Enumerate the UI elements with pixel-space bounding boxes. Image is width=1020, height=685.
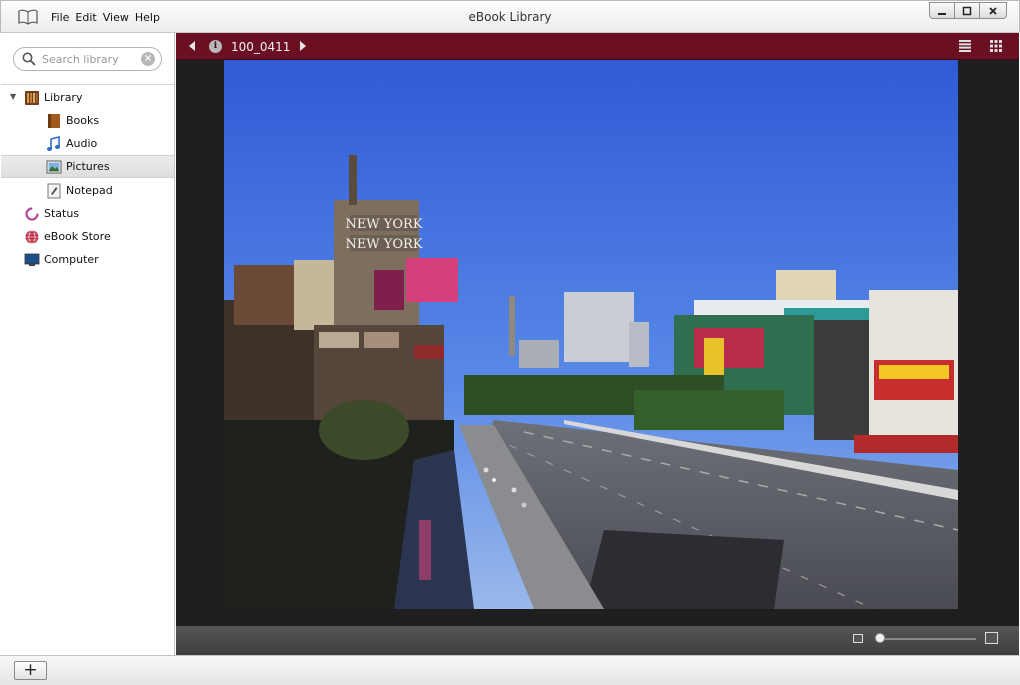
sidebar-item-label: Notepad: [66, 184, 113, 197]
menu-edit[interactable]: Edit: [72, 11, 99, 24]
previous-image-icon[interactable]: [189, 41, 195, 51]
sidebar-item-label: Status: [44, 207, 80, 220]
viewer-toolbar: i 100_0411: [176, 33, 1019, 60]
sidebar-item-label: eBook Store: [44, 230, 111, 243]
sidebar-item-label: Audio: [66, 137, 98, 150]
zoom-slider[interactable]: [878, 638, 976, 640]
window-controls: [929, 2, 1007, 19]
close-button[interactable]: [979, 2, 1007, 19]
sidebar-item-label: Pictures: [66, 160, 110, 173]
picture-icon: [46, 160, 62, 173]
globe-icon: [25, 229, 39, 244]
sidebar-item-computer[interactable]: Computer: [24, 248, 174, 271]
displayed-photo[interactable]: NEW YORK NEW YORK: [224, 60, 958, 609]
library-icon: [25, 90, 39, 105]
open-book-icon[interactable]: [18, 9, 38, 25]
title-bar: File Edit View Help eBook Library: [0, 0, 1020, 33]
info-icon[interactable]: i: [209, 40, 222, 53]
next-image-icon[interactable]: [300, 41, 306, 51]
photo-sign-line-2: NEW YORK: [345, 237, 422, 252]
menu-file[interactable]: File: [48, 11, 72, 24]
minimize-icon: [938, 12, 946, 15]
add-button[interactable]: +: [14, 661, 47, 680]
search-icon: [22, 52, 36, 66]
monitor-icon: [24, 253, 40, 266]
clear-search-icon[interactable]: ×: [141, 52, 155, 66]
sidebar-item-pictures[interactable]: Pictures: [1, 155, 174, 178]
library-expand-icon[interactable]: ▼: [10, 92, 16, 101]
zoom-slider-handle[interactable]: [875, 633, 885, 643]
search-area: ×: [1, 33, 174, 85]
status-ring-icon: [25, 206, 39, 221]
maximize-button[interactable]: [954, 2, 980, 19]
sidebar-item-audio[interactable]: Audio: [46, 132, 174, 155]
search-input[interactable]: [42, 51, 140, 67]
menu-bar: File Edit View Help: [48, 11, 163, 24]
sidebar-item-ebook-store[interactable]: eBook Store: [24, 225, 174, 248]
sidebar-item-notepad[interactable]: Notepad: [46, 179, 174, 202]
image-canvas: NEW YORK NEW YORK: [176, 60, 1019, 626]
notepad-icon: [47, 183, 61, 198]
grid-view-icon[interactable]: [990, 40, 1002, 52]
book-icon: [48, 113, 60, 128]
sidebar-item-label: Computer: [44, 253, 99, 266]
music-note-icon: [47, 135, 60, 151]
sidebar-item-label: Library: [44, 91, 83, 104]
viewer-bottom-bar: [176, 626, 1019, 655]
photo-sign-line-1: NEW YORK: [345, 217, 422, 232]
bottom-bar: +: [0, 655, 1020, 685]
menu-help[interactable]: Help: [132, 11, 163, 24]
zoom-in-icon[interactable]: [985, 632, 998, 644]
sidebar-item-books[interactable]: Books: [46, 109, 174, 132]
list-view-icon[interactable]: [959, 40, 971, 52]
zoom-out-icon[interactable]: [853, 634, 863, 643]
maximize-icon: [962, 6, 972, 15]
sidebar-item-label: Books: [66, 114, 100, 127]
sidebar-item-library[interactable]: Library: [24, 86, 174, 109]
sidebar: × ▼ Library Books: [1, 33, 175, 655]
sidebar-item-status[interactable]: Status: [24, 202, 174, 225]
image-viewer: i 100_0411 NEW YORK NEW YORK: [176, 33, 1019, 655]
close-icon: [989, 6, 997, 15]
search-box[interactable]: ×: [13, 47, 162, 71]
minimize-button[interactable]: [929, 2, 955, 19]
image-name: 100_0411: [231, 40, 291, 54]
menu-view[interactable]: View: [100, 11, 132, 24]
